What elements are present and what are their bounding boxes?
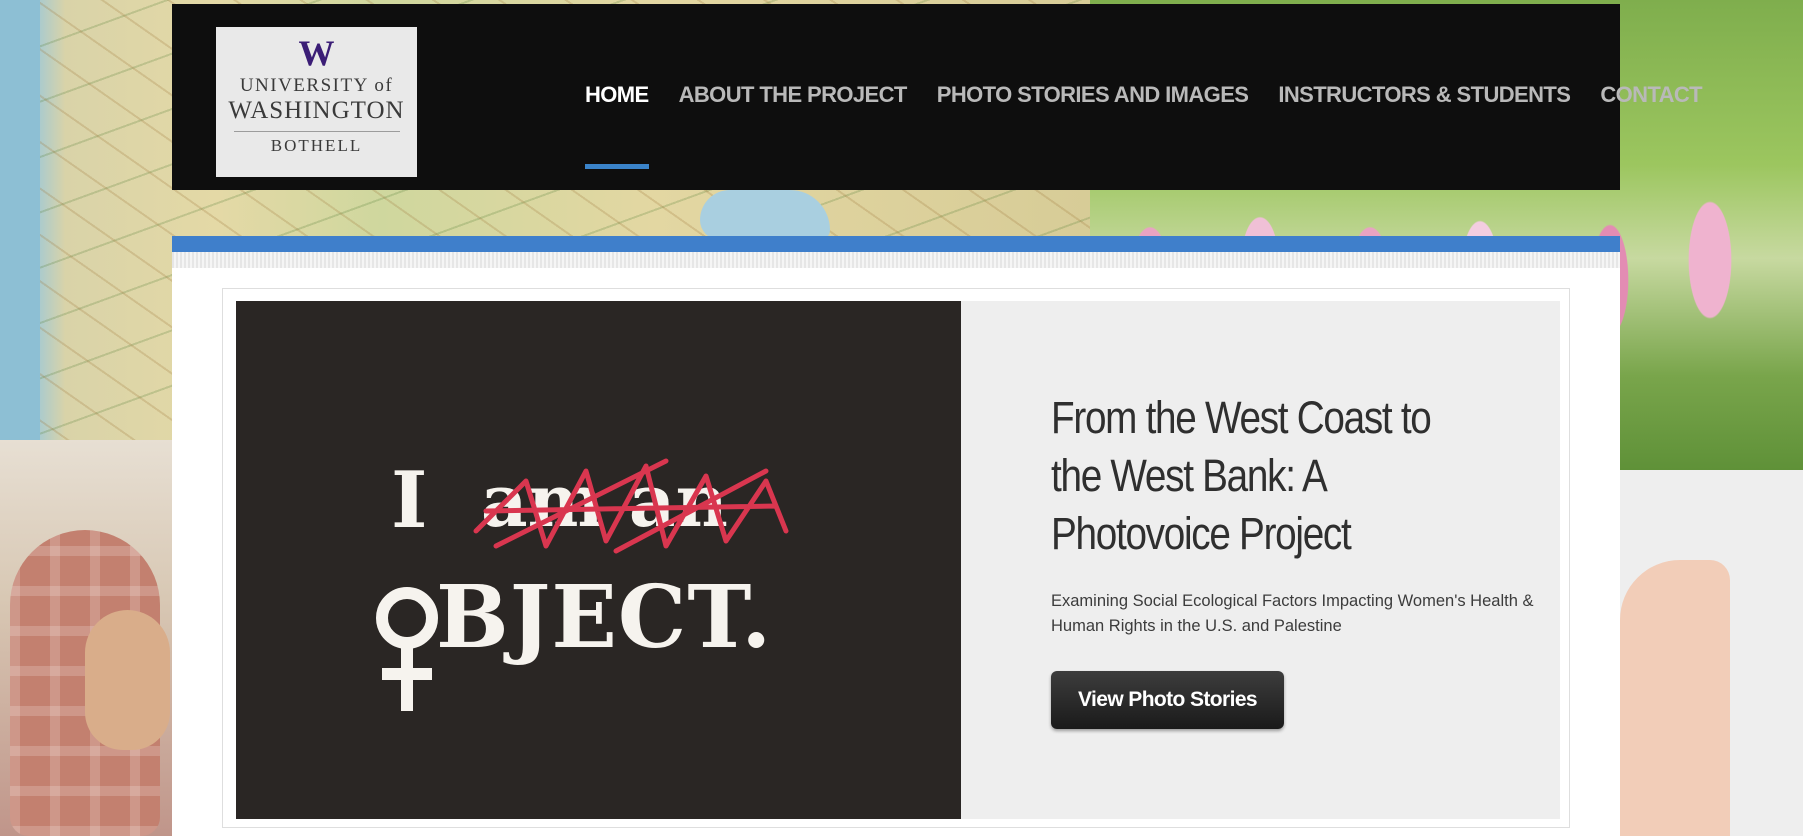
logo-university-text: UNIVERSITY of [239, 75, 394, 96]
background-woman-face [85, 610, 170, 750]
main-accent-bar [172, 236, 1620, 252]
nav-home[interactable]: HOME [585, 82, 649, 169]
red-scribble-mark [473, 458, 789, 554]
view-photo-stories-button[interactable]: View Photo Stories [1051, 671, 1284, 729]
poster-object-text: BJECT. [436, 567, 773, 668]
background-map-water [0, 0, 40, 440]
background-map-lake [700, 190, 830, 240]
nav-about-the-project[interactable]: ABOUT THE PROJECT [678, 82, 908, 108]
nav-about-label: ABOUT THE PROJECT [678, 82, 908, 107]
hero-description: Examining Social Ecological Factors Impa… [1051, 592, 1534, 635]
nav-photo-stories-label: PHOTO STORIES AND IMAGES [936, 82, 1249, 107]
nav-active-indicator [585, 164, 649, 169]
hero-title: From the West Coast to the West Bank: A … [1051, 392, 1432, 559]
nav-home-label: HOME [585, 82, 649, 107]
logo-bothell-text: BOTHELL [270, 136, 363, 155]
main-nav: HOME ABOUT THE PROJECT PHOTO STORIES AND… [585, 4, 1732, 190]
poster-word-i: I [391, 455, 428, 546]
nav-instructors-label: INSTRUCTORS & STUDENTS [1278, 82, 1571, 107]
site-header: W UNIVERSITY of WASHINGTON BOTHELL HOME … [172, 4, 1703, 190]
logo-divider [233, 131, 400, 132]
nav-contact[interactable]: CONTACT [1600, 82, 1702, 108]
female-symbol-icon [376, 587, 438, 711]
main-stripe-pattern [172, 252, 1620, 268]
main-content: I am an BJECT. From the West Coast to th… [172, 236, 1620, 836]
nav-contact-label: CONTACT [1600, 82, 1703, 107]
uw-bothell-logo[interactable]: W UNIVERSITY of WASHINGTON BOTHELL [216, 27, 417, 177]
hero-slide-image[interactable]: I am an BJECT. [236, 301, 961, 819]
nav-photo-stories[interactable]: PHOTO STORIES AND IMAGES [937, 82, 1249, 108]
logo-washington-text: WASHINGTON [228, 97, 405, 124]
hero-slide-text-panel: From the West Coast to the West Bank: A … [961, 301, 1560, 819]
nav-instructors-students[interactable]: INSTRUCTORS & STUDENTS [1278, 82, 1571, 108]
uw-w-mark: W [298, 33, 335, 73]
background-sign-shape [1620, 560, 1730, 836]
